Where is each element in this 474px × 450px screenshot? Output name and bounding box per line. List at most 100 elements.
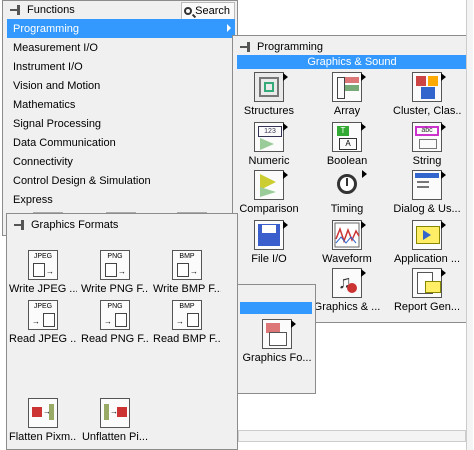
search-button[interactable]: Search (181, 2, 235, 20)
timing-icon (332, 170, 367, 200)
graphics-formats-title: Graphics Formats (31, 219, 119, 231)
tile-waveform[interactable]: Waveform (313, 220, 381, 265)
menu-item-label: Connectivity (13, 155, 73, 168)
numeric-icon: 123 (254, 122, 288, 152)
tile-write-bmp[interactable]: BMP → Write BMP F... (153, 250, 221, 295)
background-hscroll[interactable] (238, 430, 466, 442)
tile-label: String (412, 155, 442, 167)
tile-label: Cluster, Clas... (393, 105, 461, 117)
pin-icon[interactable] (239, 41, 253, 53)
tile-label: Comparison (239, 203, 299, 215)
pin-icon[interactable] (9, 4, 23, 16)
tile-label: Write JPEG ... (9, 283, 77, 295)
tile-label: Write PNG F... (81, 283, 149, 295)
graphics-sound-icon: ♫ (332, 268, 366, 298)
tile-file-io[interactable]: File I/O (235, 220, 303, 265)
tile-label: Write BMP F... (153, 283, 221, 295)
tile-numeric[interactable]: 123 Numeric (235, 122, 303, 167)
tile-structures[interactable]: Structures (235, 72, 303, 117)
tile-label: Graphics Fo... (242, 352, 312, 364)
tile-boolean[interactable]: T A Boolean (313, 122, 381, 167)
menu-item-label: Mathematics (13, 98, 76, 111)
functions-title: Functions (27, 4, 75, 16)
write-bmp-icon: BMP → (172, 250, 202, 280)
tile-label: Numeric (248, 155, 290, 167)
tile-read-jpeg[interactable]: JPEG → Read JPEG ... (9, 300, 77, 345)
tile-array[interactable]: Array (313, 72, 381, 117)
background-scrollbar[interactable] (466, 0, 473, 450)
programming-title: Programming (257, 41, 324, 53)
programming-palette: Programming Graphics & Sound Structures … (232, 35, 472, 323)
tile-cluster[interactable]: Cluster, Clas... (393, 72, 461, 117)
menu-item-signal-processing[interactable]: Signal Processing (7, 114, 235, 133)
menu-item-label: Measurement I/O (13, 41, 98, 54)
tile-write-jpeg[interactable]: JPEG → Write JPEG ... (9, 250, 77, 295)
flatten-pixmap-icon: → (28, 398, 58, 428)
menu-item-label: Vision and Motion (13, 79, 101, 92)
menu-item-label: Programming (13, 22, 80, 35)
functions-palette: Functions Search Programming Measurement… (2, 0, 238, 236)
tile-label: File I/O (251, 253, 287, 265)
graphics-sound-header: Graphics & Sound (237, 55, 467, 69)
menu-item-express[interactable]: Express (7, 190, 235, 209)
waveform-icon (332, 220, 366, 250)
tile-flatten-pixmap[interactable]: → Flatten Pixm... (9, 398, 77, 443)
tile-comparison[interactable]: Comparison (235, 170, 303, 215)
tile-label: Read PNG F... (81, 333, 149, 345)
read-png-icon: PNG → (100, 300, 130, 330)
graphics-formats-titlebar: Graphics Formats (7, 216, 237, 234)
array-icon (332, 72, 366, 102)
cluster-icon (412, 72, 446, 102)
search-label: Search (195, 5, 230, 17)
tile-label: Dialog & Us... (393, 203, 461, 215)
menu-item-instrument-io[interactable]: Instrument I/O (7, 57, 235, 76)
report-gen-icon (412, 268, 446, 298)
read-jpeg-icon: JPEG → (28, 300, 58, 330)
menu-item-label: Data Communication (13, 136, 116, 149)
menu-item-programming[interactable]: Programming (7, 19, 235, 38)
submenu-arrow-icon (227, 24, 231, 32)
boolean-icon: T A (332, 122, 366, 152)
tile-unflatten-pixmap[interactable]: → Unflatten Pi... (81, 398, 149, 443)
menu-item-vision-and-motion[interactable]: Vision and Motion (7, 76, 235, 95)
tile-label: Read JPEG ... (9, 333, 77, 345)
menu-item-mathematics[interactable]: Mathematics (7, 95, 235, 114)
tile-application[interactable]: Application ... (393, 220, 461, 265)
graphics-formats-palette: Graphics Formats JPEG → Write JPEG ... P… (6, 213, 238, 450)
tile-label: Unflatten Pi... (81, 431, 149, 443)
tile-label: Report Gen... (393, 301, 461, 313)
tile-read-png[interactable]: PNG → Read PNG F... (81, 300, 149, 345)
menu-item-connectivity[interactable]: Connectivity (7, 152, 235, 171)
application-icon (412, 220, 446, 250)
comparison-icon (254, 170, 288, 200)
tile-write-png[interactable]: PNG → Write PNG F... (81, 250, 149, 295)
menu-item-label: Signal Processing (13, 117, 102, 130)
tile-string[interactable]: abc String (393, 122, 461, 167)
write-png-icon: PNG → (100, 250, 130, 280)
tile-report-gen[interactable]: Report Gen... (393, 268, 461, 313)
menu-item-data-communication[interactable]: Data Communication (7, 133, 235, 152)
pin-icon[interactable] (13, 219, 27, 231)
tile-label: Application ... (393, 253, 461, 265)
tile-label: Waveform (322, 253, 372, 265)
tile-graphics-formats[interactable]: Graphics Fo... (241, 319, 313, 364)
write-jpeg-icon: JPEG → (28, 250, 58, 280)
tile-label: Graphics & ... (313, 301, 381, 313)
tile-label: Structures (243, 105, 295, 117)
graphics-formats-icon (262, 319, 296, 349)
tile-timing[interactable]: Timing (313, 170, 381, 215)
tile-dialog[interactable]: Dialog & Us... (393, 170, 461, 215)
tile-read-bmp[interactable]: BMP → Read BMP F... (153, 300, 221, 345)
programming-titlebar: Programming (233, 38, 471, 56)
functions-titlebar: Functions Search (3, 1, 237, 20)
graphics-sound-palette: Graphics Fo... (236, 284, 316, 394)
tile-label: Array (333, 105, 361, 117)
menu-item-label: Instrument I/O (13, 60, 83, 73)
file-io-icon (254, 220, 288, 250)
tile-label: Read BMP F... (153, 333, 221, 345)
menu-item-label: Control Design & Simulation (13, 174, 151, 187)
tile-graphics-sound[interactable]: ♫ Graphics & ... (313, 268, 381, 313)
menu-item-control-design[interactable]: Control Design & Simulation (7, 171, 235, 190)
menu-item-measurement-io[interactable]: Measurement I/O (7, 38, 235, 57)
search-icon (184, 7, 193, 15)
